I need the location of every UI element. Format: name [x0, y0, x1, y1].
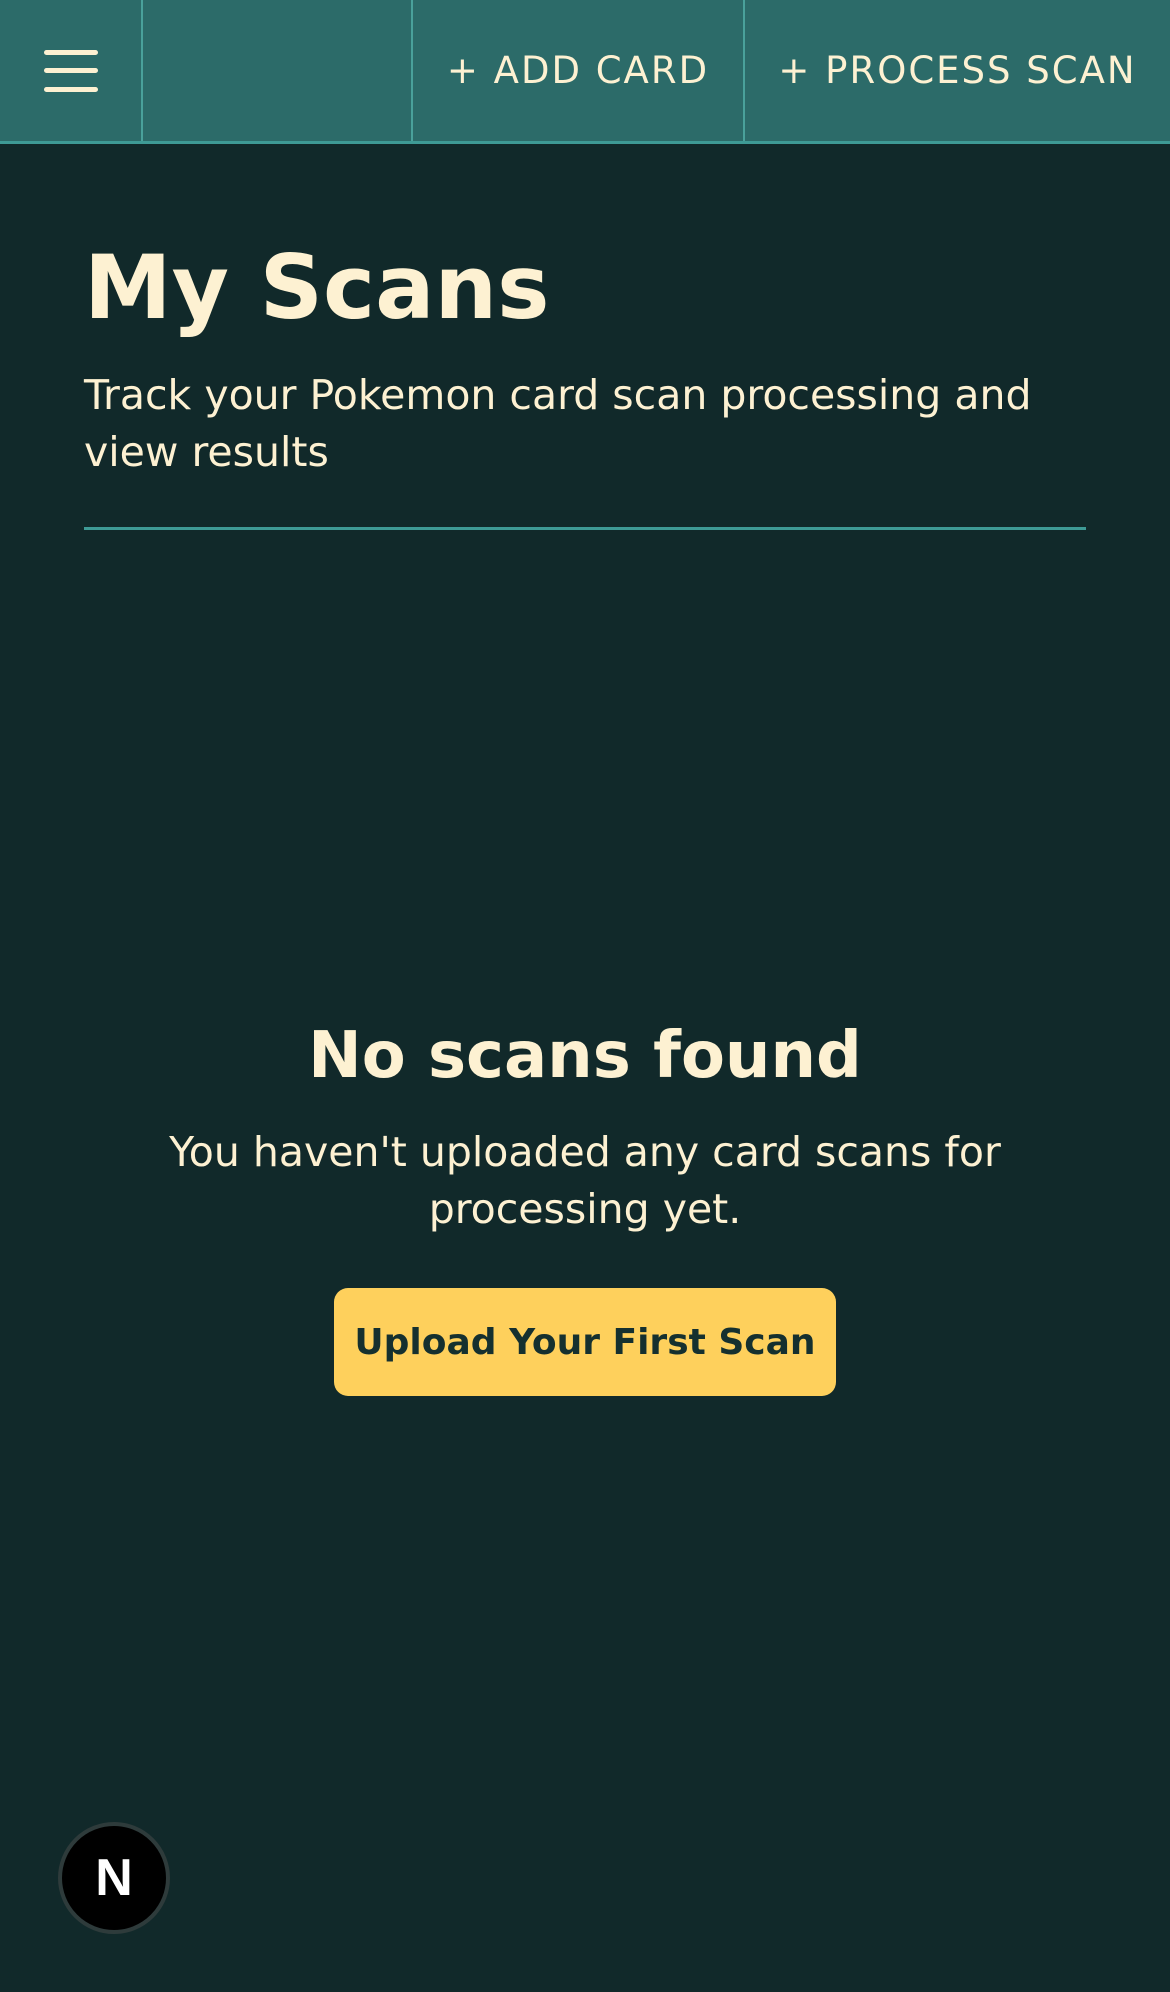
hamburger-menu-icon[interactable] — [43, 49, 98, 92]
empty-state-title: No scans found — [308, 1019, 862, 1093]
page-title: My Scans — [84, 236, 550, 339]
empty-state-message: You haven't uploaded any card scans for … — [169, 1128, 1001, 1233]
dev-badge-letter: N — [95, 1849, 133, 1907]
page-header: My Scans Track your Pokemon card scan pr… — [84, 236, 1086, 481]
empty-state: No scans found You haven't uploaded any … — [84, 1016, 1086, 1396]
add-card-cell: + ADD CARD — [413, 0, 745, 141]
top-navigation-bar: + ADD CARD + PROCESS SCAN — [0, 0, 1170, 144]
nav-empty-cell — [143, 0, 413, 141]
upload-first-scan-button[interactable]: Upload Your First Scan — [334, 1288, 836, 1396]
menu-cell — [0, 0, 143, 141]
page-subtitle: Track your Pokemon card scan processing … — [84, 370, 1032, 476]
process-scan-button[interactable]: + PROCESS SCAN — [778, 49, 1136, 92]
add-card-button[interactable]: + ADD CARD — [447, 49, 709, 92]
process-scan-cell: + PROCESS SCAN — [745, 0, 1170, 141]
header-divider — [84, 527, 1086, 530]
nextjs-dev-badge-icon[interactable]: N — [58, 1822, 170, 1934]
